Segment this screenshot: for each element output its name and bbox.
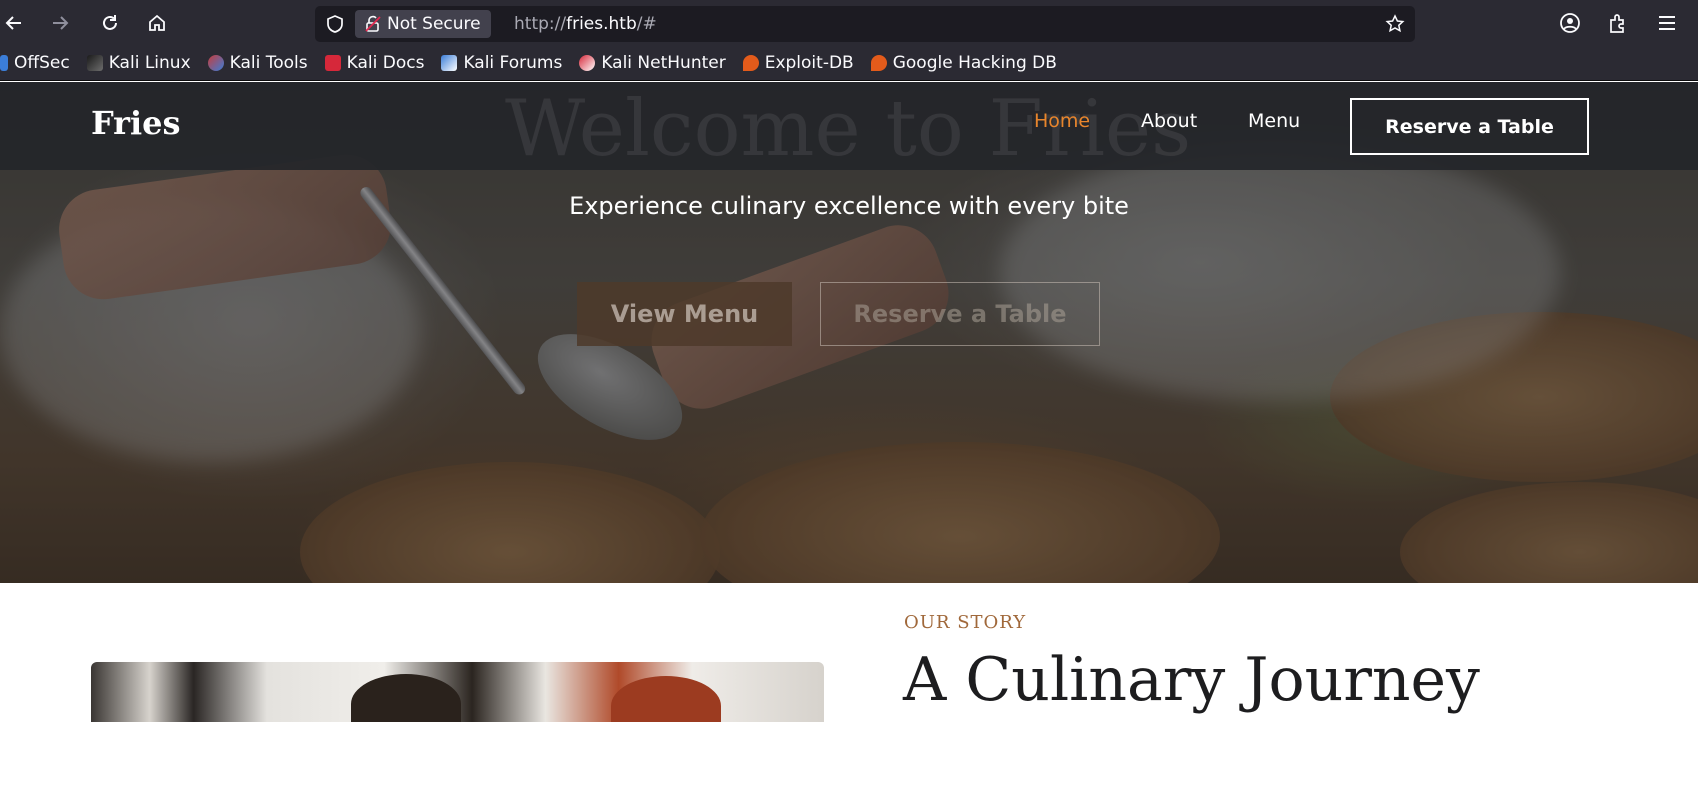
arrow-right-icon: [53, 16, 69, 30]
view-menu-button[interactable]: View Menu: [577, 282, 792, 346]
bookmark-kali-linux[interactable]: Kali Linux: [86, 53, 191, 73]
bookmark-label: Kali Linux: [108, 53, 191, 73]
kali-forums-icon: [441, 55, 458, 71]
chef-head-image: [611, 676, 721, 722]
reload-button[interactable]: [96, 9, 124, 37]
bookmark-label: OffSec: [14, 53, 70, 73]
kali-docs-icon: [324, 55, 341, 71]
account-icon[interactable]: [1559, 12, 1581, 34]
site-navbar: Welcome to Fries Fries Home About Menu R…: [0, 82, 1698, 174]
bookmark-label: Kali Tools: [229, 53, 308, 73]
offsec-icon: [0, 55, 8, 71]
story-title: A Culinary Journey: [903, 645, 1480, 715]
hero-tagline: Experience culinary excellence with ever…: [569, 192, 1129, 220]
bookmarks-bar: OffSec Kali Linux Kali Tools Kali Docs K…: [0, 46, 1698, 81]
bookmark-kali-nethunter[interactable]: Kali NetHunter: [579, 53, 726, 73]
back-button[interactable]: [0, 9, 28, 37]
chef-head-image: [351, 674, 461, 722]
not-secure-badge[interactable]: Not Secure: [355, 10, 491, 38]
bookmark-label: Kali Docs: [346, 53, 425, 73]
insecure-lock-icon: [365, 15, 381, 32]
hero-reserve-button[interactable]: Reserve a Table: [820, 282, 1100, 346]
story-eyebrow: OUR STORY: [904, 612, 1027, 633]
bookmark-kali-forums[interactable]: Kali Forums: [441, 53, 562, 73]
bookmark-kali-tools[interactable]: Kali Tools: [207, 53, 308, 73]
browser-toolbar: Not Secure http://fries.htb/#: [0, 0, 1698, 46]
url-bar[interactable]: Not Secure http://fries.htb/#: [315, 6, 1415, 42]
forward-button[interactable]: [46, 9, 74, 37]
bookmark-label: Exploit-DB: [764, 53, 854, 73]
bookmark-offsec[interactable]: OffSec: [0, 53, 70, 73]
nav-reserve-button[interactable]: Reserve a Table: [1350, 98, 1589, 155]
nav-about[interactable]: About: [1141, 110, 1197, 132]
not-secure-label: Not Secure: [387, 14, 481, 34]
url-path: /#: [636, 14, 657, 34]
nav-menu[interactable]: Menu: [1248, 110, 1300, 132]
bookmark-google-hacking-db[interactable]: Google Hacking DB: [870, 53, 1057, 73]
site-logo[interactable]: Fries: [91, 104, 181, 142]
kali-tools-icon: [207, 55, 224, 71]
menu-hamburger-icon[interactable]: [1656, 12, 1678, 34]
shield-icon[interactable]: [325, 14, 345, 34]
reload-icon: [103, 15, 117, 30]
bookmark-kali-docs[interactable]: Kali Docs: [324, 53, 425, 73]
bookmark-label: Google Hacking DB: [892, 53, 1057, 73]
exploit-db-icon: [742, 55, 759, 71]
bookmark-label: Kali NetHunter: [601, 53, 726, 73]
url-host: fries.htb: [566, 14, 637, 34]
home-icon: [149, 14, 165, 31]
extensions-icon[interactable]: [1607, 12, 1629, 34]
arrow-left-icon: [5, 16, 21, 30]
bookmark-exploit-db[interactable]: Exploit-DB: [742, 53, 854, 73]
nav-home[interactable]: Home: [1034, 110, 1090, 132]
bookmark-label: Kali Forums: [463, 53, 563, 73]
nethunter-icon: [579, 55, 596, 71]
home-button[interactable]: [143, 9, 171, 37]
kitchen-photo: [91, 662, 824, 722]
url-text[interactable]: http://fries.htb/#: [514, 6, 657, 42]
bookmark-star-icon[interactable]: [1385, 14, 1405, 34]
url-scheme: http://: [514, 14, 567, 34]
kali-dragon-icon: [86, 55, 103, 71]
ghdb-icon: [870, 55, 887, 71]
